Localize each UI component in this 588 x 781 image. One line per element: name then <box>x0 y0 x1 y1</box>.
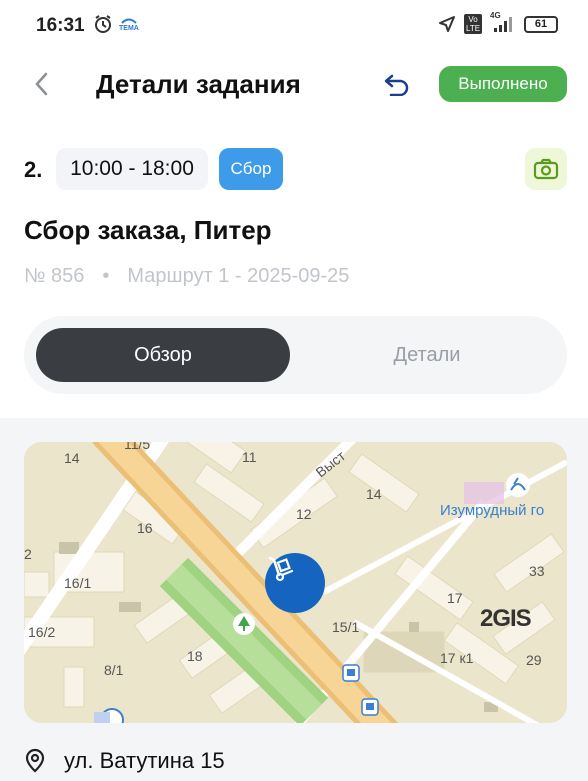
map-label: 11 <box>242 449 257 465</box>
map-label: 11/5 <box>124 442 151 452</box>
address-row: ул. Ватутина 15 <box>24 748 225 774</box>
map-logo: 2GIS <box>480 605 532 632</box>
map-label: 16/2 <box>28 624 56 640</box>
nav-header: Детали задания Выполнено <box>0 52 588 116</box>
map-pin[interactable] <box>265 553 325 613</box>
status-time: 16:31 <box>36 15 85 36</box>
task-route: Маршрут 1 - 2025-09-25 <box>127 265 350 287</box>
task-row: 2. 10:00 - 18:00 Сбор <box>0 146 588 192</box>
map-label: 16 <box>137 520 153 536</box>
back-button[interactable] <box>26 68 56 100</box>
map-label: 29 <box>526 652 542 668</box>
map-label: 8/1 <box>104 662 124 678</box>
network-type: 4G <box>490 11 501 20</box>
task-meta: № 856 • Маршрут 1 - 2025-09-25 <box>24 265 349 288</box>
time-range-chip: 10:00 - 18:00 <box>56 148 208 190</box>
camera-icon <box>533 158 559 180</box>
signal-icon: 4G <box>490 11 516 33</box>
map-label: 16/1 <box>64 575 92 591</box>
map-label: 18 <box>187 648 203 664</box>
task-index: 2. <box>24 157 43 182</box>
segmented-tabs: Обзор Детали <box>24 316 567 394</box>
status-left-icons: TEMA <box>93 14 139 34</box>
location-pin-icon <box>25 748 45 773</box>
map-label: 15/1 <box>332 619 360 635</box>
map-label: 14 <box>366 486 382 502</box>
map-poi-label: Изумрудный го <box>440 502 545 519</box>
carrier-badge: TEMA <box>119 24 139 32</box>
map-label: 33 <box>529 563 545 579</box>
status-right-icons: Vo LTE 4G 61 <box>438 11 558 34</box>
tab-overview[interactable]: Обзор <box>36 328 290 382</box>
task-title: Сбор заказа, Питер <box>24 215 272 245</box>
meta-separator: • <box>102 265 110 287</box>
page-title: Детали задания <box>96 69 301 99</box>
undo-icon <box>384 74 409 96</box>
carrier-icon: TEMA <box>119 17 139 32</box>
location-arrow-icon <box>438 15 456 33</box>
alarm-icon <box>93 14 113 34</box>
undo-button[interactable] <box>380 68 414 100</box>
back-chevron-icon <box>35 72 48 96</box>
task-number: № 856 <box>24 265 85 287</box>
task-type-chip: Сбор <box>219 148 283 190</box>
status-bar: 16:31 TEMA Vo LTE 4G 61 <box>0 0 588 52</box>
done-button[interactable]: Выполнено <box>439 66 567 102</box>
battery-icon: 61 <box>524 15 558 33</box>
map-label: 17 к1 <box>440 650 474 666</box>
camera-button[interactable] <box>525 148 567 190</box>
hand-truck-icon <box>268 556 294 582</box>
map-label: 2 <box>24 546 32 562</box>
map-label: 17 <box>447 590 463 606</box>
map-label: 12 <box>296 506 312 522</box>
tab-details[interactable]: Детали <box>300 328 554 382</box>
map-label: 14 <box>64 450 80 466</box>
volte-badge: Vo LTE <box>464 14 482 34</box>
address-text: ул. Ватутина 15 <box>64 748 225 773</box>
map-view[interactable]: 11/5 14 11 14 16 12 2 16/1 33 17 16/2 15… <box>24 442 567 723</box>
